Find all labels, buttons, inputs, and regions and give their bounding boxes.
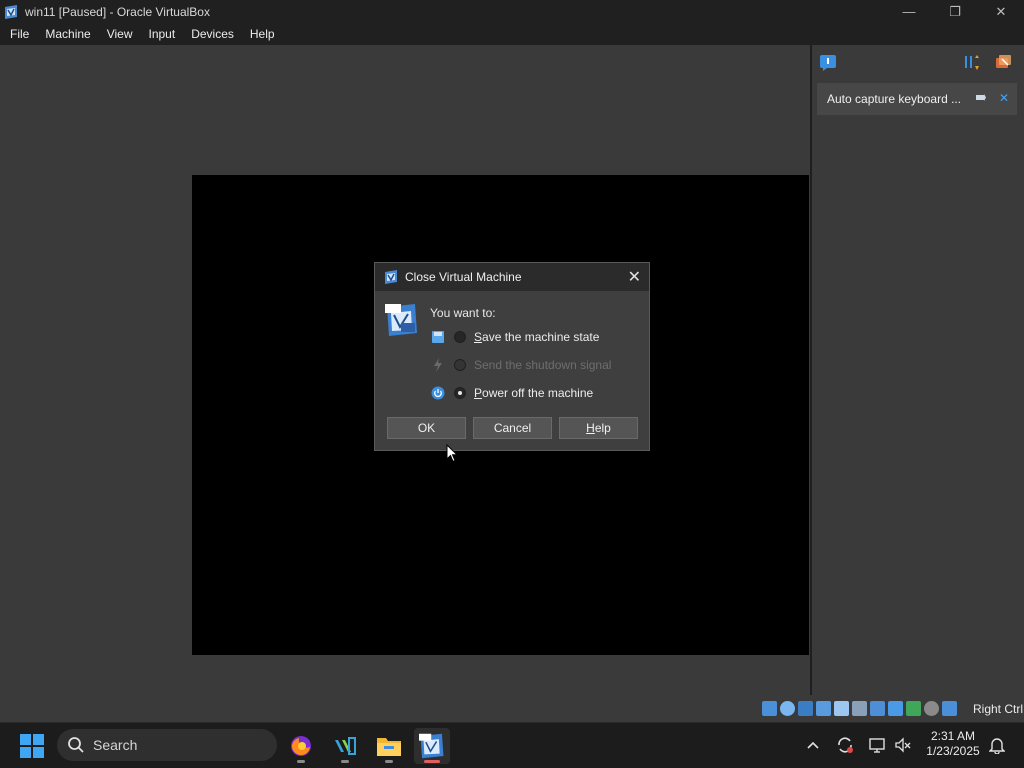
help-button[interactable]: Help <box>559 417 638 439</box>
hard-disk-status-icon[interactable] <box>762 701 777 716</box>
taskbar-firefox[interactable] <box>283 728 319 764</box>
notification-close-icon[interactable]: ✕ <box>999 91 1009 105</box>
sort-notifications-icon[interactable] <box>962 53 982 73</box>
minimize-button[interactable]: — <box>886 0 932 23</box>
shutdown-signal-radio[interactable] <box>454 359 466 371</box>
restore-button[interactable]: ❐ <box>932 0 978 23</box>
folder-icon <box>377 738 401 756</box>
window-title: win11 [Paused] - Oracle VirtualBox <box>25 4 210 19</box>
host-key-label[interactable]: Right Ctrl <box>973 702 1023 716</box>
virtualbox-icon <box>5 4 17 19</box>
menu-help[interactable]: Help <box>242 23 283 45</box>
tray-sync[interactable] <box>834 733 856 757</box>
clock-date: 1/23/2025 <box>926 744 980 758</box>
menu-file[interactable]: File <box>0 23 37 45</box>
option-save-state[interactable]: Save the machine state <box>431 328 599 346</box>
search-icon <box>68 737 84 753</box>
usb-status-icon[interactable] <box>834 701 849 716</box>
clock-time: 2:31 AM <box>930 729 976 743</box>
taskbar-search-box[interactable]: Search <box>57 729 277 761</box>
save-state-radio[interactable] <box>454 331 466 343</box>
shared-folders-status-icon[interactable] <box>852 701 867 716</box>
dialog-prompt: You want to: <box>430 306 496 320</box>
power-off-label[interactable]: Power off the machine <box>474 386 593 400</box>
window-titlebar[interactable]: win11 [Paused] - Oracle VirtualBox — ❐ ✕ <box>0 0 1024 23</box>
notification-center-icon[interactable] <box>818 53 838 73</box>
menu-view[interactable]: View <box>99 23 141 45</box>
mouse-integration-status-icon[interactable] <box>924 701 939 716</box>
taskbar-vscode[interactable] <box>327 728 363 764</box>
acpi-shutdown-icon <box>431 358 445 372</box>
option-shutdown-signal[interactable]: Send the shutdown signal <box>431 356 611 374</box>
notification-text: Auto capture keyboard ... <box>827 92 962 106</box>
pin-icon[interactable] <box>975 92 987 104</box>
tray-volume[interactable] <box>892 733 914 757</box>
tray-notifications[interactable] <box>986 733 1008 757</box>
status-bar: Right Ctrl <box>0 695 1024 722</box>
vm-os-logo-icon <box>385 304 417 336</box>
menu-input[interactable]: Input <box>141 23 184 45</box>
recording-status-icon[interactable] <box>888 701 903 716</box>
clear-notifications-icon[interactable] <box>993 53 1013 73</box>
shutdown-signal-label[interactable]: Send the shutdown signal <box>474 358 611 372</box>
dialog-close-icon[interactable]: ✕ <box>628 267 641 287</box>
firefox-icon <box>291 736 311 756</box>
network-icon <box>869 738 885 753</box>
taskbar-clock[interactable]: 2:31 AM 1/23/2025 <box>920 729 986 759</box>
taskbar: Search 2:31 AM 1/23/2025 <box>0 722 1024 768</box>
dialog-titlebar[interactable]: Close Virtual Machine ✕ <box>375 263 649 291</box>
close-vm-dialog: Close Virtual Machine ✕ You want to: Sav… <box>374 262 650 451</box>
bell-icon <box>989 738 1005 754</box>
tray-network[interactable] <box>866 733 888 757</box>
start-button[interactable] <box>20 734 44 758</box>
save-state-label[interactable]: Save the machine state <box>474 330 599 344</box>
volume-muted-icon <box>895 737 911 753</box>
menu-devices[interactable]: Devices <box>183 23 242 45</box>
keyboard-capture-status-icon[interactable] <box>942 701 957 716</box>
menu-machine[interactable]: Machine <box>37 23 98 45</box>
power-off-icon <box>431 386 445 400</box>
windows-logo-icon <box>20 734 31 745</box>
tray-overflow-chevron[interactable] <box>802 733 824 757</box>
option-power-off[interactable]: Power off the machine <box>431 384 593 402</box>
notification-item[interactable]: Auto capture keyboard ... ✕ <box>817 83 1017 115</box>
chevron-up-icon <box>807 741 819 749</box>
audio-status-icon[interactable] <box>798 701 813 716</box>
code-editor-icon <box>335 737 356 755</box>
power-off-radio[interactable] <box>454 387 466 399</box>
virtualbox-icon <box>385 270 397 284</box>
cancel-button[interactable]: Cancel <box>473 417 552 439</box>
menu-bar: File Machine View Input Devices Help <box>0 23 1024 45</box>
taskbar-virtualbox[interactable] <box>414 728 450 764</box>
vt-x-status-icon[interactable] <box>906 701 921 716</box>
ok-button[interactable]: OK <box>387 417 466 439</box>
search-placeholder: Search <box>93 737 138 753</box>
taskbar-file-explorer[interactable] <box>371 728 407 764</box>
notification-center: Auto capture keyboard ... ✕ <box>810 45 1024 695</box>
save-state-icon <box>431 330 445 344</box>
sync-icon <box>838 737 853 753</box>
network-status-icon[interactable] <box>816 701 831 716</box>
virtualbox-icon <box>419 733 444 759</box>
optical-drive-status-icon[interactable] <box>780 701 795 716</box>
mouse-pointer-icon <box>446 444 458 463</box>
display-status-icon[interactable] <box>870 701 885 716</box>
close-window-button[interactable]: ✕ <box>978 0 1024 23</box>
dialog-title: Close Virtual Machine <box>405 270 522 284</box>
